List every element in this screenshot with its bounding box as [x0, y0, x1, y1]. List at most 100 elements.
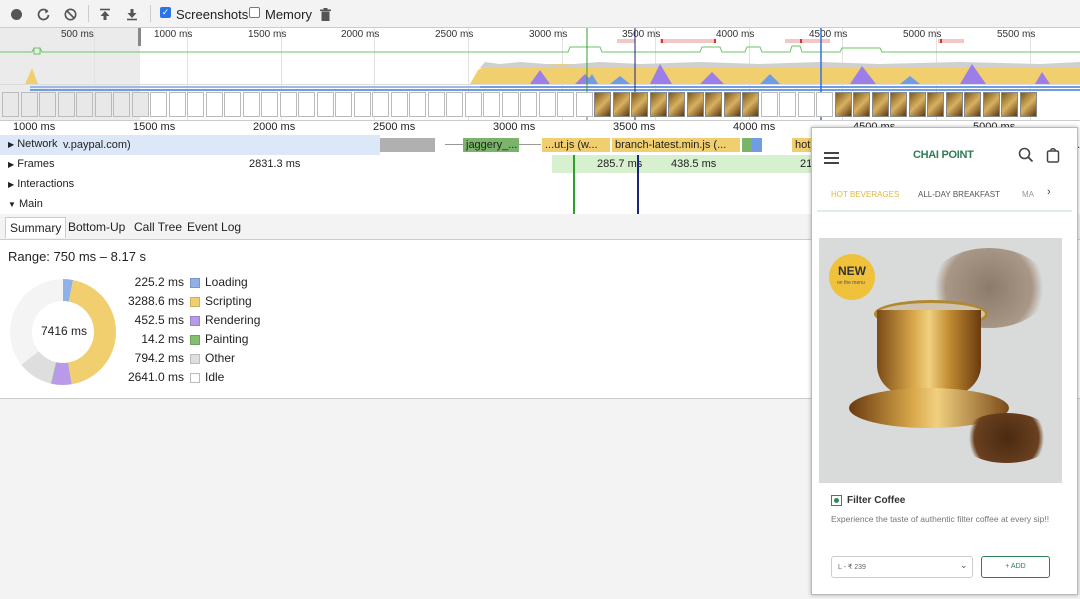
network-request-bar[interactable]: v.paypal.com): [60, 138, 380, 152]
screenshot-thumbnail[interactable]: [261, 92, 278, 117]
screenshot-thumbnail[interactable]: [982, 92, 1000, 117]
screenshots-label: Screenshots: [176, 7, 249, 22]
screenshot-thumbnail[interactable]: [686, 92, 704, 117]
upload-icon[interactable]: [96, 5, 114, 23]
memory-checkbox[interactable]: [249, 7, 260, 18]
screenshot-thumbnail[interactable]: [816, 92, 833, 117]
screenshot-thumbnail[interactable]: [501, 92, 519, 117]
screenshot-thumbnail[interactable]: [668, 92, 685, 117]
screenshot-thumbnail[interactable]: [57, 92, 75, 117]
legend-label: Painting: [205, 332, 249, 346]
screenshot-thumbnail[interactable]: [742, 92, 759, 117]
screenshot-thumbnail[interactable]: [705, 92, 722, 117]
screenshot-thumbnail[interactable]: [797, 92, 815, 117]
screenshot-thumbnail[interactable]: [964, 92, 981, 117]
chai-point-logo[interactable]: CHAI POINT: [913, 149, 974, 161]
product-name[interactable]: Filter Coffee: [847, 495, 905, 506]
tab-summary[interactable]: Summary: [5, 217, 67, 238]
search-icon[interactable]: [1018, 147, 1034, 163]
screenshot-thumbnail[interactable]: [908, 92, 926, 117]
screenshot-thumbnail[interactable]: [242, 92, 260, 117]
screenshot-thumbnail[interactable]: [779, 92, 796, 117]
screenshot-thumbnail[interactable]: [483, 92, 500, 117]
screenshot-thumbnail[interactable]: [20, 92, 38, 117]
network-request-bar[interactable]: [380, 138, 435, 152]
screenshot-thumbnail[interactable]: [113, 92, 130, 117]
screenshot-thumbnail[interactable]: [1019, 92, 1037, 117]
category-more[interactable]: MA: [1022, 190, 1034, 199]
reload-icon[interactable]: [34, 5, 52, 23]
frames-expand-toggle[interactable]: ▶ Frames: [8, 158, 55, 170]
screenshot-thumbnail[interactable]: [612, 92, 630, 117]
add-button-label: + ADD: [1005, 563, 1026, 570]
hamburger-menu-icon[interactable]: [824, 152, 839, 164]
screenshot-thumbnail[interactable]: [279, 92, 297, 117]
screenshot-thumbnail[interactable]: [2, 92, 19, 117]
add-button[interactable]: + ADD: [981, 556, 1050, 578]
screenshot-thumbnail[interactable]: [168, 92, 186, 117]
record-icon[interactable]: [7, 5, 25, 23]
screenshot-thumbnail[interactable]: [927, 92, 944, 117]
screenshot-thumbnail[interactable]: [39, 92, 56, 117]
frame-duration[interactable]: 2831.3 ms: [249, 158, 300, 170]
screenshot-thumbnail[interactable]: [316, 92, 334, 117]
screenshot-thumbnail[interactable]: [575, 92, 593, 117]
screenshot-thumbnail[interactable]: [390, 92, 408, 117]
screenshot-thumbnail[interactable]: [205, 92, 223, 117]
clear-icon[interactable]: [61, 5, 79, 23]
network-request-bar[interactable]: [752, 138, 762, 152]
screenshot-thumbnail[interactable]: [150, 92, 167, 117]
download-icon[interactable]: [123, 5, 141, 23]
category-hot-beverages[interactable]: HOT BEVERAGES: [831, 190, 899, 199]
screenshot-preview: CHAI POINT HOT BEVERAGES ALL-DAY BREAKFA…: [811, 127, 1078, 595]
screenshot-thumbnail[interactable]: [853, 92, 870, 117]
network-request-bar[interactable]: branch-latest.min.js (...: [612, 138, 740, 152]
screenshot-thumbnail[interactable]: [446, 92, 463, 117]
tab-call-tree[interactable]: Call Tree: [130, 217, 186, 237]
tab-event-log[interactable]: Event Log: [183, 217, 245, 237]
size-select[interactable]: L - ₹ 239 ⌄: [831, 556, 973, 578]
screenshot-thumbnail[interactable]: [945, 92, 963, 117]
tab-bottom-up[interactable]: Bottom-Up: [64, 217, 129, 237]
chevron-right-icon[interactable]: ›: [1047, 186, 1051, 198]
screenshot-thumbnail[interactable]: [464, 92, 482, 117]
screenshot-thumbnail[interactable]: [520, 92, 537, 117]
screenshot-thumbnail[interactable]: [94, 92, 112, 117]
screenshot-thumbnail[interactable]: [834, 92, 852, 117]
screenshot-thumbnail[interactable]: [723, 92, 741, 117]
network-expand-toggle[interactable]: ▶ Network: [8, 138, 58, 150]
main-expand-toggle[interactable]: ▼ Main: [8, 198, 43, 210]
trash-icon[interactable]: [316, 5, 334, 23]
screenshot-thumbnail[interactable]: [76, 92, 93, 117]
screenshot-thumbnail[interactable]: [594, 92, 611, 117]
screenshot-thumbnail[interactable]: [427, 92, 445, 117]
screenshot-thumbnail[interactable]: [409, 92, 426, 117]
product-image[interactable]: NEW on the menu: [819, 238, 1062, 483]
screenshot-thumbnail[interactable]: [1001, 92, 1018, 117]
screenshot-thumbnail[interactable]: [871, 92, 889, 117]
screenshot-thumbnail[interactable]: [335, 92, 352, 117]
network-request-bar[interactable]: hot: [792, 138, 812, 152]
interactions-expand-toggle[interactable]: ▶ Interactions: [8, 178, 74, 190]
timeline-overview[interactable]: 500 ms 1000 ms 1500 ms 2000 ms 2500 ms 3000 m…: [0, 28, 1080, 121]
network-request-bar[interactable]: jaggery_...: [463, 138, 519, 152]
screenshot-thumbnail[interactable]: [372, 92, 389, 117]
screenshot-thumbnail[interactable]: [557, 92, 574, 117]
shopping-bag-icon[interactable]: [1046, 147, 1060, 163]
screenshot-thumbnail[interactable]: [890, 92, 907, 117]
screenshot-thumbnail[interactable]: [224, 92, 241, 117]
screenshot-thumbnail[interactable]: [187, 92, 204, 117]
category-all-day-breakfast[interactable]: ALL-DAY BREAKFAST: [918, 190, 1000, 199]
screenshot-thumbnail[interactable]: [760, 92, 778, 117]
frame-duration[interactable]: 438.5 ms: [671, 158, 716, 170]
screenshot-thumbnail[interactable]: [131, 92, 149, 117]
screenshot-thumbnail[interactable]: [353, 92, 371, 117]
network-request-bar[interactable]: ...ut.js (w...: [542, 138, 610, 152]
screenshot-thumbnail[interactable]: [631, 92, 648, 117]
screenshot-thumbnail[interactable]: [538, 92, 556, 117]
screenshot-thumbnail[interactable]: [298, 92, 315, 117]
screenshot-thumbnail[interactable]: [649, 92, 667, 117]
screenshots-checkbox[interactable]: ✓: [160, 7, 171, 18]
frame-duration[interactable]: 285.7 ms: [597, 158, 642, 170]
memory-label: Memory: [265, 7, 312, 22]
